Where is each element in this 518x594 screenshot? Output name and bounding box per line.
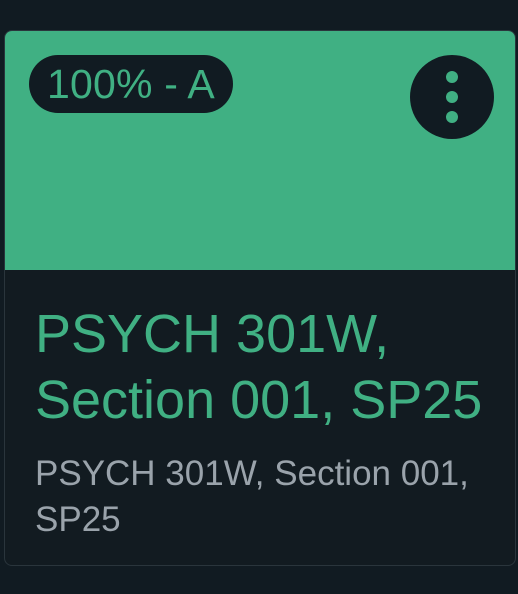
kebab-menu-icon-dot	[446, 111, 458, 123]
course-title[interactable]: PSYCH 301W, Section 001, SP25	[35, 301, 487, 433]
course-card[interactable]: 100% - A PSYCH 301W, Section 001, SP25 P…	[4, 30, 516, 566]
kebab-menu-icon-dot	[446, 91, 458, 103]
course-card-body: PSYCH 301W, Section 001, SP25 PSYCH 301W…	[35, 301, 487, 543]
course-card-header[interactable]: 100% - A	[5, 31, 515, 270]
kebab-menu-icon	[446, 71, 458, 83]
course-options-button[interactable]	[410, 55, 494, 139]
course-subtitle: PSYCH 301W, Section 001, SP25	[35, 454, 469, 539]
grade-badge: 100% - A	[29, 55, 233, 113]
